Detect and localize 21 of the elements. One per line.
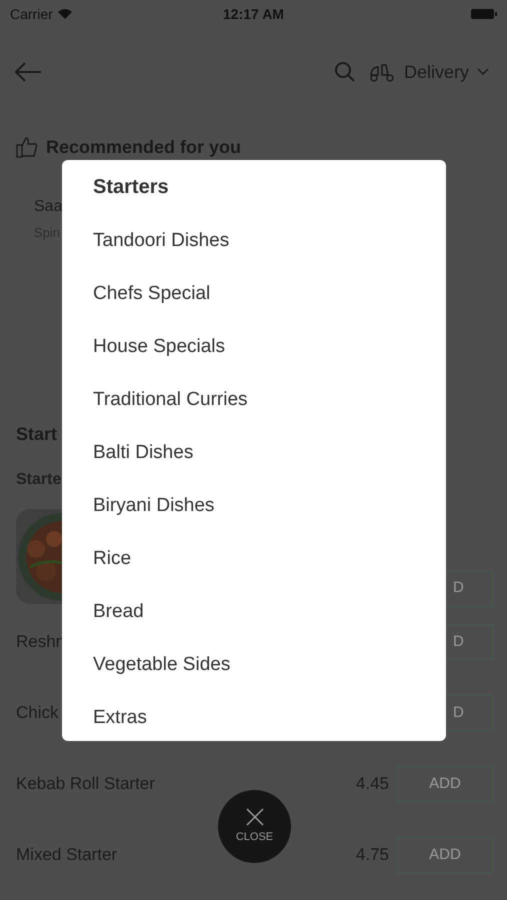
search-icon[interactable] — [334, 61, 356, 83]
category-item[interactable]: Balti Dishes — [93, 439, 194, 467]
category-item[interactable]: Vegetable Sides — [93, 651, 230, 679]
category-item[interactable]: Extras — [93, 704, 147, 732]
category-item[interactable]: Biryani Dishes — [93, 492, 214, 520]
thumbs-up-icon — [16, 136, 38, 158]
menu-title: Starters — [93, 175, 169, 200]
back-arrow-icon[interactable] — [14, 61, 42, 83]
category-item[interactable]: Traditional Curries — [93, 386, 248, 414]
carrier-label: Carrier — [10, 4, 53, 24]
status-time: 12:17 AM — [223, 4, 284, 24]
category-item[interactable]: Rice — [93, 545, 132, 573]
close-button[interactable]: CLOSE — [218, 790, 291, 863]
wifi-icon — [56, 8, 73, 20]
chevron-down-icon — [477, 68, 489, 76]
close-icon — [244, 807, 264, 828]
category-item[interactable]: Chefs Special — [93, 280, 210, 308]
category-item[interactable]: Tandoori Dishes — [93, 227, 230, 255]
category-item[interactable]: House Specials — [93, 333, 226, 361]
category-item[interactable]: Bread — [93, 598, 144, 626]
battery-icon — [470, 8, 497, 20]
